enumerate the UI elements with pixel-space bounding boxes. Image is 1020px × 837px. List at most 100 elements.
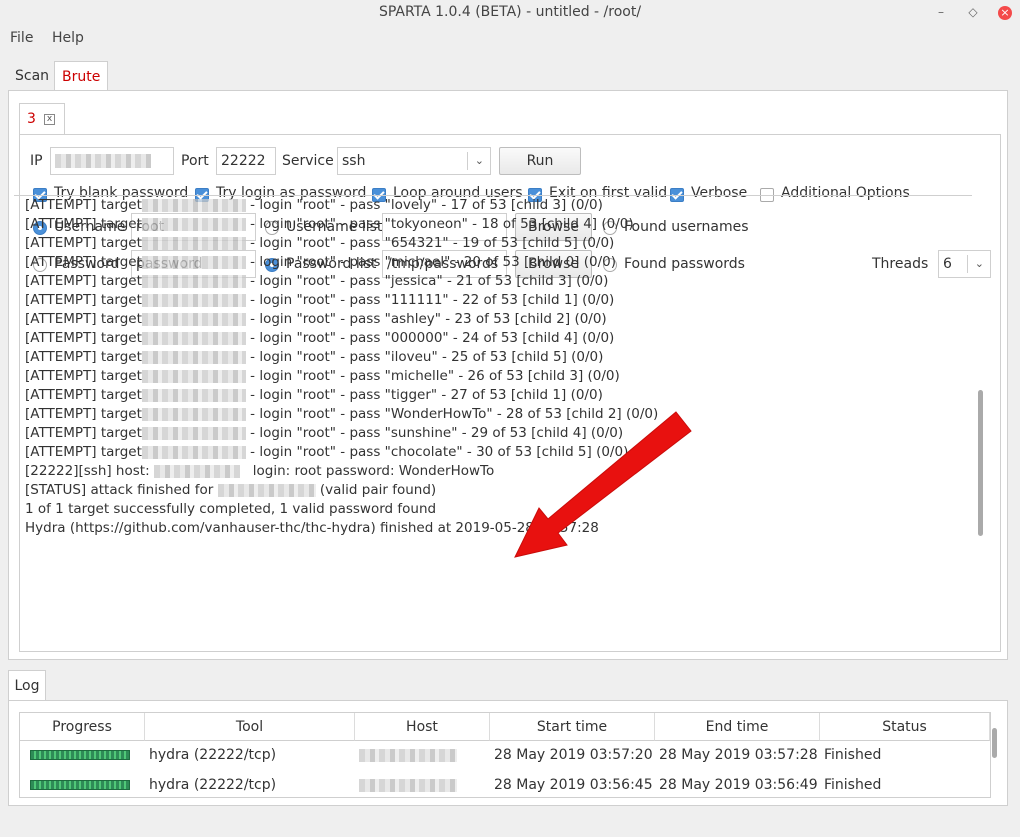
- output-line-attempt: [ATTEMPT] target - login "root" - pass "…: [25, 348, 603, 367]
- target-ip-blurred: [141, 445, 246, 459]
- cell-start-time: 28 May 2019 03:57:20: [494, 747, 653, 763]
- target-ip-blurred: [141, 331, 246, 345]
- menu-help[interactable]: Help: [52, 30, 84, 46]
- attempt-text: - login "root" - pass "michael" - 20 of …: [245, 254, 617, 270]
- output-line-attempt: [ATTEMPT] target - login "root" - pass "…: [25, 253, 616, 272]
- status-suffix: (valid pair found): [319, 482, 437, 498]
- port-input[interactable]: 22222: [216, 147, 276, 175]
- found-credentials: login: root password: WonderHowTo: [252, 463, 495, 479]
- output-line-attempt: [ATTEMPT] target - login "root" - pass "…: [25, 329, 614, 348]
- table-row[interactable]: hydra (22222/tcp) 28 May 2019 03:57:20 28 …: [20, 741, 990, 769]
- cell-tool: hydra (22222/tcp): [149, 777, 277, 793]
- subtab-label: 3: [27, 111, 36, 127]
- target-ip-blurred: [141, 293, 246, 307]
- ip-blurred: [55, 154, 151, 168]
- attempt-text: - login "root" - pass "000000" - 24 of 5…: [245, 330, 615, 346]
- progress-bar: [30, 750, 130, 760]
- attempt-text: - login "root" - pass "ashley" - 23 of 5…: [245, 311, 607, 327]
- brute-subtab-3[interactable]: 3 x: [19, 103, 65, 134]
- output-line-attempt: [ATTEMPT] target - login "root" - pass "…: [25, 291, 614, 310]
- menu-file[interactable]: File: [10, 30, 33, 46]
- output-line-attempt: [ATTEMPT] target - login "root" - pass "…: [25, 405, 658, 424]
- service-select[interactable]: ssh ⌄: [337, 147, 491, 175]
- cell-end-time: 28 May 2019 03:57:28: [659, 747, 818, 763]
- service-value: ssh: [342, 153, 366, 169]
- output-line-attempt: [ATTEMPT] target - login "root" - pass "…: [25, 443, 628, 462]
- column-header-host[interactable]: Host: [355, 713, 490, 741]
- tab-log[interactable]: Log: [8, 670, 46, 701]
- minimize-icon[interactable]: –: [930, 0, 952, 24]
- ip-label: IP: [30, 153, 43, 169]
- port-label: Port: [181, 153, 209, 169]
- column-header-end-time[interactable]: End time: [655, 713, 820, 741]
- table-row[interactable]: hydra (22222/tcp) 28 May 2019 03:56:45 28 …: [20, 771, 990, 797]
- attempt-text: - login "root" - pass "chocolate" - 30 o…: [245, 444, 629, 460]
- attempt-text: - login "root" - pass "tigger" - 27 of 5…: [245, 387, 603, 403]
- progress-bar: [30, 780, 130, 790]
- cell-status: Finished: [824, 747, 882, 763]
- target-ip-blurred: [141, 369, 246, 383]
- attempt-prefix: [ATTEMPT] target: [25, 197, 142, 213]
- target-ip-blurred: [141, 312, 246, 326]
- status-ip-blurred: [217, 483, 316, 497]
- cell-end-time: 28 May 2019 03:56:49: [659, 777, 818, 793]
- attempt-prefix: [ATTEMPT] target: [25, 273, 142, 289]
- output-line-found: [22222][ssh] host: login: root password:…: [25, 462, 494, 481]
- attempt-prefix: [ATTEMPT] target: [25, 425, 142, 441]
- attempt-prefix: [ATTEMPT] target: [25, 235, 142, 251]
- log-pane: Progress Tool Host Start time End time Status…: [8, 700, 1008, 806]
- output-line-attempt: [ATTEMPT] target - login "root" - pass "…: [25, 196, 603, 215]
- tab-brute[interactable]: Brute: [54, 61, 109, 91]
- target-ip-blurred: [141, 198, 246, 212]
- service-label: Service: [282, 153, 334, 169]
- chevron-down-icon[interactable]: ⌄: [975, 251, 984, 277]
- cell-start-time: 28 May 2019 03:56:45: [494, 777, 653, 793]
- attempt-prefix: [ATTEMPT] target: [25, 311, 142, 327]
- host-ip-blurred: [359, 749, 457, 762]
- hydra-output[interactable]: [ATTEMPT] target - login "root" - pass "…: [14, 195, 972, 547]
- run-button[interactable]: Run: [499, 147, 581, 175]
- output-line-attempt: [ATTEMPT] target - login "root" - pass "…: [25, 234, 614, 253]
- output-line-summary: 1 of 1 target successfully completed, 1 …: [25, 501, 437, 517]
- column-header-tool[interactable]: Tool: [145, 713, 355, 741]
- output-scrollbar[interactable]: [978, 390, 983, 536]
- output-line-attempt: [ATTEMPT] target - login "root" - pass "…: [25, 272, 608, 291]
- column-header-start-time[interactable]: Start time: [490, 713, 655, 741]
- close-icon[interactable]: ×: [998, 5, 1012, 20]
- ip-input[interactable]: [50, 147, 174, 175]
- log-scrollbar[interactable]: [992, 728, 997, 758]
- column-header-progress[interactable]: Progress: [20, 713, 145, 741]
- close-subtab-icon[interactable]: x: [44, 114, 55, 125]
- attempt-prefix: [ATTEMPT] target: [25, 406, 142, 422]
- target-ip-blurred: [141, 407, 246, 421]
- attempt-prefix: [ATTEMPT] target: [25, 216, 142, 232]
- log-table: Progress Tool Host Start time End time Status…: [19, 712, 991, 798]
- attempt-text: - login "root" - pass "lovely" - 17 of 5…: [245, 197, 603, 213]
- close-window-button[interactable]: ×: [994, 0, 1016, 24]
- attempt-prefix: [ATTEMPT] target: [25, 368, 142, 384]
- target-ip-blurred: [141, 350, 246, 364]
- target-ip-blurred: [141, 426, 246, 440]
- dropdown-divider: [467, 152, 468, 170]
- attempt-prefix: [ATTEMPT] target: [25, 330, 142, 346]
- attempt-text: - login "root" - pass "sunshine" - 29 of…: [245, 425, 624, 441]
- tab-scan[interactable]: Scan: [8, 61, 56, 91]
- maximize-icon[interactable]: ◇: [962, 0, 984, 24]
- attempt-prefix: [ATTEMPT] target: [25, 292, 142, 308]
- menu-bar: File Help: [0, 26, 1020, 52]
- chevron-down-icon[interactable]: ⌄: [475, 148, 484, 174]
- attempt-text: - login "root" - pass "654321" - 19 of 5…: [245, 235, 615, 251]
- output-line-attempt: [ATTEMPT] target - login "root" - pass "…: [25, 215, 634, 234]
- target-ip-blurred: [141, 274, 246, 288]
- output-line-status: [STATUS] attack finished for (valid pair…: [25, 481, 436, 500]
- attempt-prefix: [ATTEMPT] target: [25, 444, 142, 460]
- attempt-prefix: [ATTEMPT] target: [25, 349, 142, 365]
- output-line-attempt: [ATTEMPT] target - login "root" - pass "…: [25, 424, 623, 443]
- cell-tool: hydra (22222/tcp): [149, 747, 277, 763]
- window-title: SPARTA 1.0.4 (BETA) - untitled - /root/: [0, 0, 1020, 24]
- attempt-prefix: [ATTEMPT] target: [25, 254, 142, 270]
- cell-status: Finished: [824, 777, 882, 793]
- output-line-attempt: [ATTEMPT] target - login "root" - pass "…: [25, 367, 620, 386]
- output-line-attempt: [ATTEMPT] target - login "root" - pass "…: [25, 386, 603, 405]
- column-header-status[interactable]: Status: [820, 713, 990, 741]
